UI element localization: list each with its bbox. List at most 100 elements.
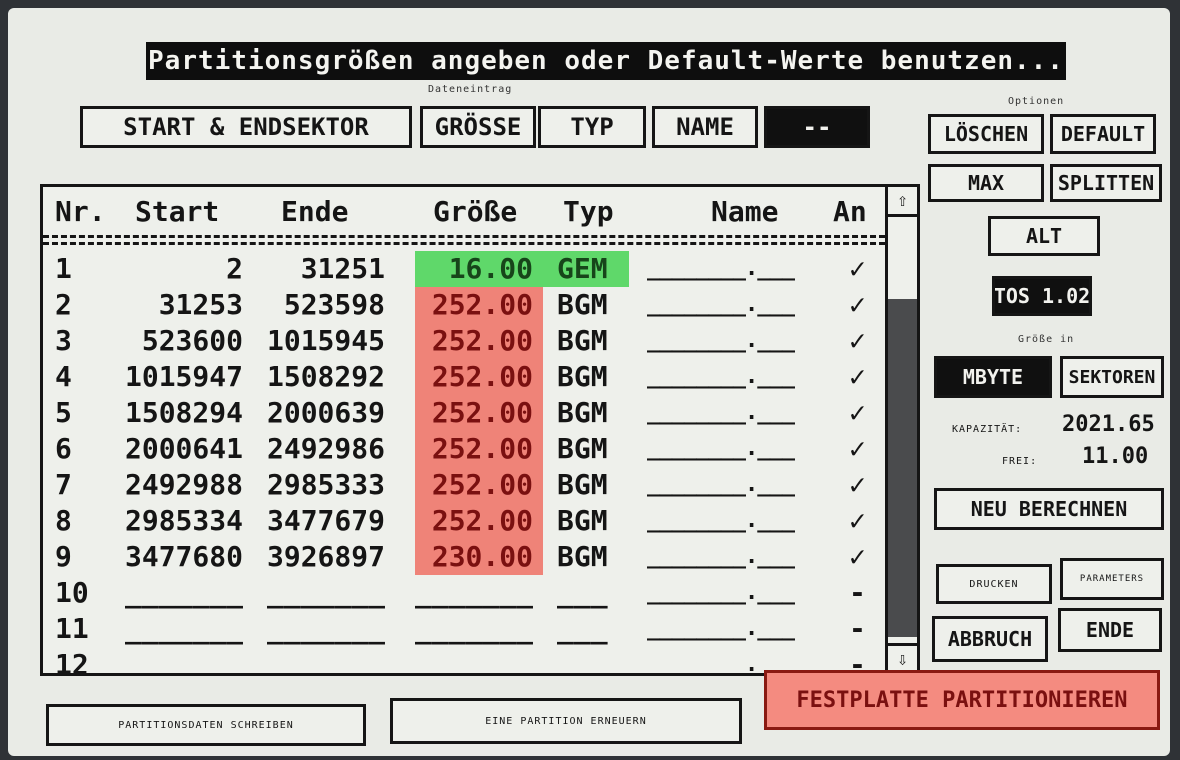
row-type: ___ (557, 612, 608, 645)
size-button[interactable]: GRÖSSE (420, 106, 536, 148)
row-size: _______ (415, 648, 534, 676)
header-separator (43, 235, 885, 245)
free-label: FREI: (1002, 456, 1038, 467)
row-size: 252.00 (415, 359, 543, 395)
row-size: _______ (415, 612, 534, 645)
row-nr: 7 (55, 468, 72, 501)
table-row[interactable]: 11 _______ _______ _______ ___ ________.___ - (43, 611, 885, 647)
row-type: ___ (557, 576, 608, 609)
table-row[interactable]: 9 3477680 3926897 230.00 BGM ________.___ ✓ (43, 539, 885, 575)
col-header-on: An (833, 195, 867, 228)
row-name: ________.___ (647, 328, 795, 353)
row-on-flag: ✓ (849, 468, 866, 501)
row-name: ________.___ (647, 436, 795, 461)
row-type: BGM (557, 360, 608, 393)
row-type: BGM (557, 396, 608, 429)
row-end: 2985333 (266, 468, 385, 501)
table-row[interactable]: 2 31253 523598 252.00 BGM ________.___ ✓ (43, 287, 885, 323)
desktop-screen: Partitionsgrößen angeben oder Default-We… (8, 8, 1170, 756)
row-start: 2492988 (124, 468, 243, 501)
sektoren-button[interactable]: SEKTOREN (1060, 356, 1164, 398)
row-end: 3477679 (266, 504, 385, 537)
row-size: 252.00 (415, 503, 543, 539)
tos-version-button[interactable]: TOS 1.02 (992, 276, 1092, 316)
row-start: 2000641 (124, 432, 243, 465)
table-row[interactable]: 5 1508294 2000639 252.00 BGM ________.___ ✓ (43, 395, 885, 431)
row-name: ________.___ (647, 580, 795, 605)
table-row[interactable]: 3 523600 1015945 252.00 BGM ________.___ ✓ (43, 323, 885, 359)
col-header-type: Typ (563, 195, 614, 228)
row-nr: 1 (55, 252, 72, 285)
capacity-value: 2021.65 (1062, 412, 1155, 437)
row-on-flag: - (849, 612, 866, 645)
row-on-flag: ✓ (849, 288, 866, 321)
col-header-size: Größe (433, 195, 518, 228)
max-button[interactable]: MAX (928, 164, 1044, 202)
write-partition-data-button[interactable]: PARTITIONSDATEN SCHREIBEN (46, 704, 366, 746)
row-start: 1508294 (124, 396, 243, 429)
table-row[interactable]: 8 2985334 3477679 252.00 BGM ________.___ ✓ (43, 503, 885, 539)
dash-button[interactable]: -- (764, 106, 870, 148)
table-row[interactable]: 6 2000641 2492986 252.00 BGM ________.___ ✓ (43, 431, 885, 467)
recalculate-button[interactable]: NEU BERECHNEN (934, 488, 1164, 530)
entry-caption: Dateneintrag (428, 84, 513, 95)
row-start: 2985334 (124, 504, 243, 537)
row-name: ________.___ (647, 508, 795, 533)
row-end: 3926897 (266, 540, 385, 573)
ende-button[interactable]: ENDE (1058, 608, 1162, 652)
abbruch-button[interactable]: ABBRUCH (932, 616, 1048, 662)
row-size: _______ (415, 576, 534, 609)
row-size: 252.00 (415, 467, 543, 503)
row-name: ________.___ (647, 616, 795, 641)
table-row[interactable]: 4 1015947 1508292 252.00 BGM ________.___ ✓ (43, 359, 885, 395)
dialog-title-text: Partitionsgrößen angeben oder Default-We… (148, 46, 1064, 76)
splitten-button[interactable]: SPLITTEN (1050, 164, 1162, 202)
row-start: _______ (124, 576, 243, 609)
free-value: 11.00 (1082, 444, 1149, 469)
row-start: _______ (124, 648, 243, 676)
col-header-nr: Nr. (55, 195, 106, 228)
parameters-button[interactable]: PARAMETERS (1060, 558, 1164, 600)
scrollbar[interactable]: ⇧ ⇩ (885, 187, 917, 673)
row-on-flag: ✓ (849, 432, 866, 465)
col-header-end: Ende (281, 195, 349, 228)
row-nr: 12 (55, 648, 89, 676)
type-button[interactable]: TYP (538, 106, 646, 148)
row-on-flag: ✓ (849, 540, 866, 573)
row-name: ________.___ (647, 400, 795, 425)
row-on-flag: ✓ (849, 252, 866, 285)
scroll-up-arrow-icon[interactable]: ⇧ (888, 187, 917, 217)
row-start: 1015947 (124, 360, 243, 393)
row-type: BGM (557, 288, 608, 321)
row-nr: 11 (55, 612, 89, 645)
row-nr: 10 (55, 576, 89, 609)
row-size: 230.00 (415, 539, 543, 575)
row-end: 1508292 (266, 360, 385, 393)
mbyte-button[interactable]: MBYTE (934, 356, 1052, 398)
print-button[interactable]: DRUCKEN (936, 564, 1052, 604)
default-button[interactable]: DEFAULT (1050, 114, 1156, 154)
dialog-title: Partitionsgrößen angeben oder Default-We… (146, 42, 1066, 80)
scroll-down-arrow-icon[interactable]: ⇩ (888, 643, 917, 673)
row-type: BGM (557, 504, 608, 537)
scrollbar-thumb[interactable] (888, 299, 917, 637)
partition-disk-button[interactable]: FESTPLATTE PARTITIONIEREN (764, 670, 1160, 730)
alt-button[interactable]: ALT (988, 216, 1100, 256)
name-button[interactable]: NAME (652, 106, 758, 148)
renew-partition-button[interactable]: EINE PARTITION ERNEUERN (390, 698, 742, 744)
row-start: _______ (124, 612, 243, 645)
start-end-sector-button[interactable]: START & ENDSEKTOR (80, 106, 412, 148)
row-size: 252.00 (415, 431, 543, 467)
row-on-flag: ✓ (849, 360, 866, 393)
row-type: BGM (557, 324, 608, 357)
table-row[interactable]: 1 2 31251 16.00 GEM ________.___ ✓ (43, 251, 885, 287)
table-row[interactable]: 10 _______ _______ _______ ___ ________.___ - (43, 575, 885, 611)
loeschen-button[interactable]: LÖSCHEN (928, 114, 1044, 154)
row-end: 1015945 (266, 324, 385, 357)
table-row[interactable]: 7 2492988 2985333 252.00 BGM ________.___ ✓ (43, 467, 885, 503)
options-caption: Optionen (1008, 96, 1065, 107)
row-start: 2 (226, 252, 243, 285)
table-row[interactable]: 12 _______ _______ _______ ___ ________.___ - (43, 647, 885, 676)
row-name: ________.___ (647, 364, 795, 389)
row-end: _______ (266, 576, 385, 609)
